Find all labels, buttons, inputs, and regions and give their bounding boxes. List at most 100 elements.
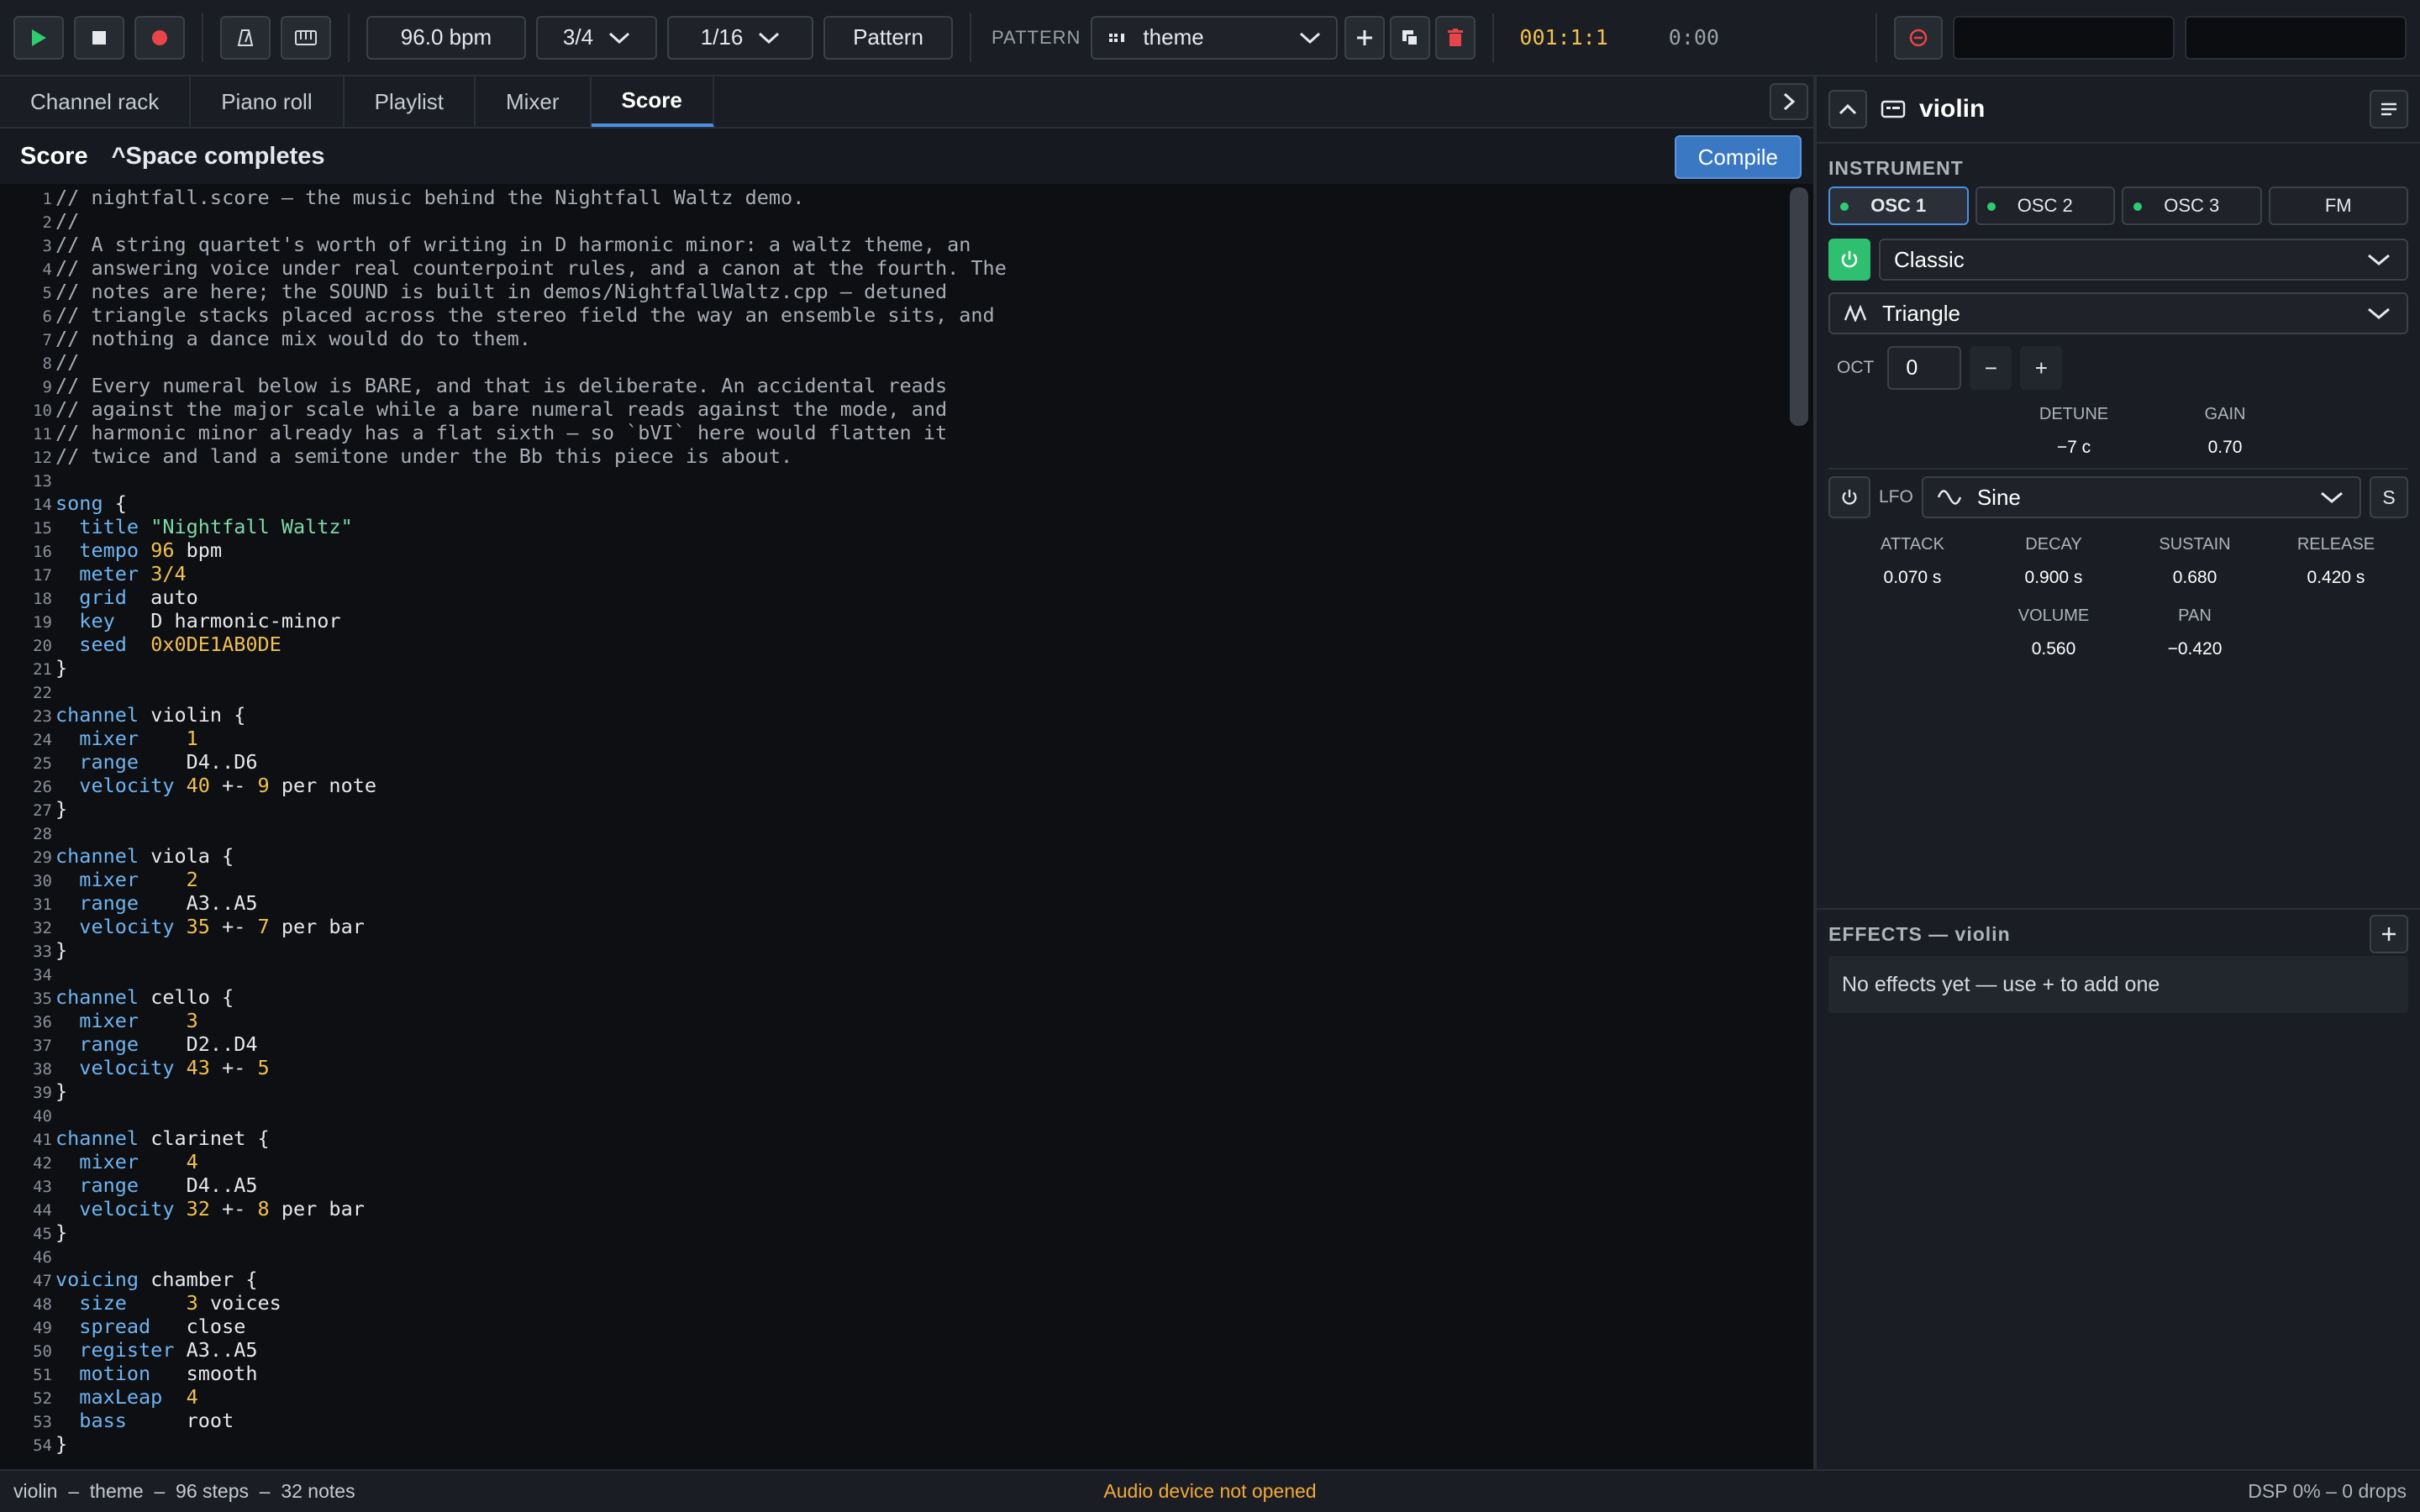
code-line[interactable]: 17 meter 3/4 xyxy=(0,562,1007,585)
code-line[interactable]: 25 range D4..D6 xyxy=(0,750,1007,774)
code-line[interactable]: 3// A string quartet's worth of writing … xyxy=(0,233,1007,256)
code-line[interactable]: 51 motion smooth xyxy=(0,1362,1007,1385)
code-line[interactable]: 52 maxLeap 4 xyxy=(0,1385,1007,1409)
octave-increment-button[interactable]: + xyxy=(2020,346,2063,390)
tab-playlist[interactable]: Playlist xyxy=(345,76,476,127)
code-line[interactable]: 46 xyxy=(0,1244,1007,1268)
code-line[interactable]: 32 velocity 35 +- 7 per bar xyxy=(0,915,1007,938)
code-line[interactable]: 12// twice and land a semitone under the… xyxy=(0,444,1007,468)
tab-mixer[interactable]: Mixer xyxy=(476,76,592,127)
octave-input[interactable]: 0 xyxy=(1887,346,1962,390)
code-line[interactable]: 9// Every numeral below is BARE, and tha… xyxy=(0,374,1007,397)
code-line[interactable]: 49 spread close xyxy=(0,1315,1007,1338)
code-line[interactable]: 31 range A3..A5 xyxy=(0,891,1007,915)
code-line[interactable]: 8// xyxy=(0,350,1007,374)
status-summary: violin – theme – 96 steps – 32 notes xyxy=(13,1480,355,1502)
code-line[interactable]: 29 channel viola { xyxy=(0,844,1007,868)
play-button[interactable] xyxy=(13,15,64,60)
grid-select[interactable]: 1/16 xyxy=(667,15,813,60)
code-line[interactable]: 13 xyxy=(0,468,1007,491)
code-line[interactable]: 44 velocity 32 +- 8 per bar xyxy=(0,1197,1007,1221)
code-line[interactable]: 5// notes are here; the SOUND is built i… xyxy=(0,280,1007,303)
tab-piano-roll[interactable]: Piano roll xyxy=(191,76,345,127)
code-line[interactable]: 2// xyxy=(0,209,1007,233)
meter-select[interactable]: 3/4 xyxy=(536,15,657,60)
code-line[interactable]: 11// harmonic minor already has a flat s… xyxy=(0,421,1007,444)
compile-button[interactable]: Compile xyxy=(1674,135,1802,179)
metronome-button[interactable] xyxy=(220,15,271,60)
code-area[interactable]: 1// nightfall.score — the music behind t… xyxy=(0,186,1007,1456)
keyboard-button[interactable] xyxy=(281,15,331,60)
instrument-menu-button[interactable] xyxy=(2370,90,2408,129)
duplicate-pattern-button[interactable] xyxy=(1390,15,1431,60)
code-line[interactable]: 35 channel cello { xyxy=(0,985,1007,1009)
pattern-select[interactable]: theme xyxy=(1091,15,1339,60)
engine-select[interactable]: Classic xyxy=(1879,239,2408,281)
code-line[interactable]: 53 bass root xyxy=(0,1409,1007,1432)
code-line[interactable]: 34 xyxy=(0,962,1007,985)
tab-channel-rack[interactable]: Channel rack xyxy=(0,76,192,127)
tab-osc-2[interactable]: OSC 2 xyxy=(1975,186,2115,225)
code-line[interactable]: 37 range D2..D4 xyxy=(0,1032,1007,1056)
code-line[interactable]: 22 xyxy=(0,680,1007,703)
code-line[interactable]: 30 mixer 2 xyxy=(0,868,1007,891)
code-line[interactable]: 50 register A3..A5 xyxy=(0,1338,1007,1362)
lfo-sync-button[interactable]: S xyxy=(2370,476,2408,518)
lfo-power-toggle[interactable] xyxy=(1828,476,1870,518)
code-line[interactable]: 18 grid auto xyxy=(0,585,1007,609)
octave-decrement-button[interactable]: − xyxy=(1970,346,2012,390)
code-line[interactable]: 43 range D4..A5 xyxy=(0,1173,1007,1197)
code-line[interactable]: 36 mixer 3 xyxy=(0,1009,1007,1032)
code-line[interactable]: 7// nothing a dance mix would do to them… xyxy=(0,327,1007,350)
tempo-field[interactable]: 96.0 bpm xyxy=(366,15,526,60)
stop-button[interactable] xyxy=(74,15,124,60)
add-pattern-button[interactable] xyxy=(1344,15,1386,60)
lfo-shape-select[interactable]: Sine xyxy=(1921,476,2361,518)
code-line[interactable]: 33} xyxy=(0,938,1007,962)
code-line[interactable]: 41 channel clarinet { xyxy=(0,1126,1007,1150)
collapse-panel-button[interactable] xyxy=(1770,83,1808,120)
waveform-select[interactable]: Triangle xyxy=(1828,292,2408,334)
editor-scrollbar[interactable] xyxy=(1790,187,1808,426)
code-line[interactable]: 54} xyxy=(0,1432,1007,1456)
tab-fm[interactable]: FM xyxy=(2268,186,2408,225)
code-line[interactable]: 26 velocity 40 +- 9 per note xyxy=(0,774,1007,797)
tab-score[interactable]: Score xyxy=(591,76,714,127)
code-line[interactable]: 47 voicing chamber { xyxy=(0,1268,1007,1291)
code-line[interactable]: 21} xyxy=(0,656,1007,680)
code-line[interactable]: 6// triangle stacks placed across the st… xyxy=(0,303,1007,327)
code-line[interactable]: 16 tempo 96 bpm xyxy=(0,538,1007,562)
code-line[interactable]: 42 mixer 4 xyxy=(0,1150,1007,1173)
delete-pattern-button[interactable] xyxy=(1435,15,1476,60)
code-line[interactable]: 23 channel violin { xyxy=(0,703,1007,727)
tab-osc-3[interactable]: OSC 3 xyxy=(2122,186,2262,225)
code-token: viola { xyxy=(139,844,234,868)
code-line[interactable]: 39} xyxy=(0,1079,1007,1103)
osc-label: OSC 3 xyxy=(2164,195,2220,216)
code-line[interactable]: 19 key D harmonic-minor xyxy=(0,609,1007,633)
code-line[interactable]: 20 seed 0x0DE1AB0DE xyxy=(0,633,1007,656)
code-line[interactable]: 15 title "Nightfall Waltz" xyxy=(0,515,1007,538)
code-line[interactable]: 27} xyxy=(0,797,1007,821)
record-button[interactable] xyxy=(134,15,185,60)
score-editor[interactable]: 1// nightfall.score — the music behind t… xyxy=(0,184,1813,1469)
code-line[interactable]: 48 size 3 voices xyxy=(0,1291,1007,1315)
code-line[interactable]: 40 xyxy=(0,1103,1007,1126)
code-line[interactable]: 24 mixer 1 xyxy=(0,727,1007,750)
panic-button[interactable] xyxy=(1894,15,1943,60)
code-line[interactable]: 1// nightfall.score — the music behind t… xyxy=(0,186,1007,209)
code-line[interactable]: 28 xyxy=(0,821,1007,844)
collapse-instrument-button[interactable] xyxy=(1828,90,1867,129)
add-effect-button[interactable] xyxy=(2370,915,2408,953)
chevron-up-icon xyxy=(1839,103,1857,115)
code-line[interactable]: 45} xyxy=(0,1221,1007,1244)
code-line[interactable]: 38 velocity 43 +- 5 xyxy=(0,1056,1007,1079)
pattern-mode-button[interactable]: Pattern xyxy=(823,15,953,60)
code-line[interactable]: 4// answering voice under real counterpo… xyxy=(0,256,1007,280)
knob-label: VOLUME xyxy=(2018,606,2090,625)
code-line[interactable]: 14 song { xyxy=(0,491,1007,515)
tab-osc-1[interactable]: OSC 1 xyxy=(1828,186,1969,225)
osc-power-toggle[interactable] xyxy=(1828,239,1870,281)
code-line[interactable]: 10// against the major scale while a bar… xyxy=(0,397,1007,421)
